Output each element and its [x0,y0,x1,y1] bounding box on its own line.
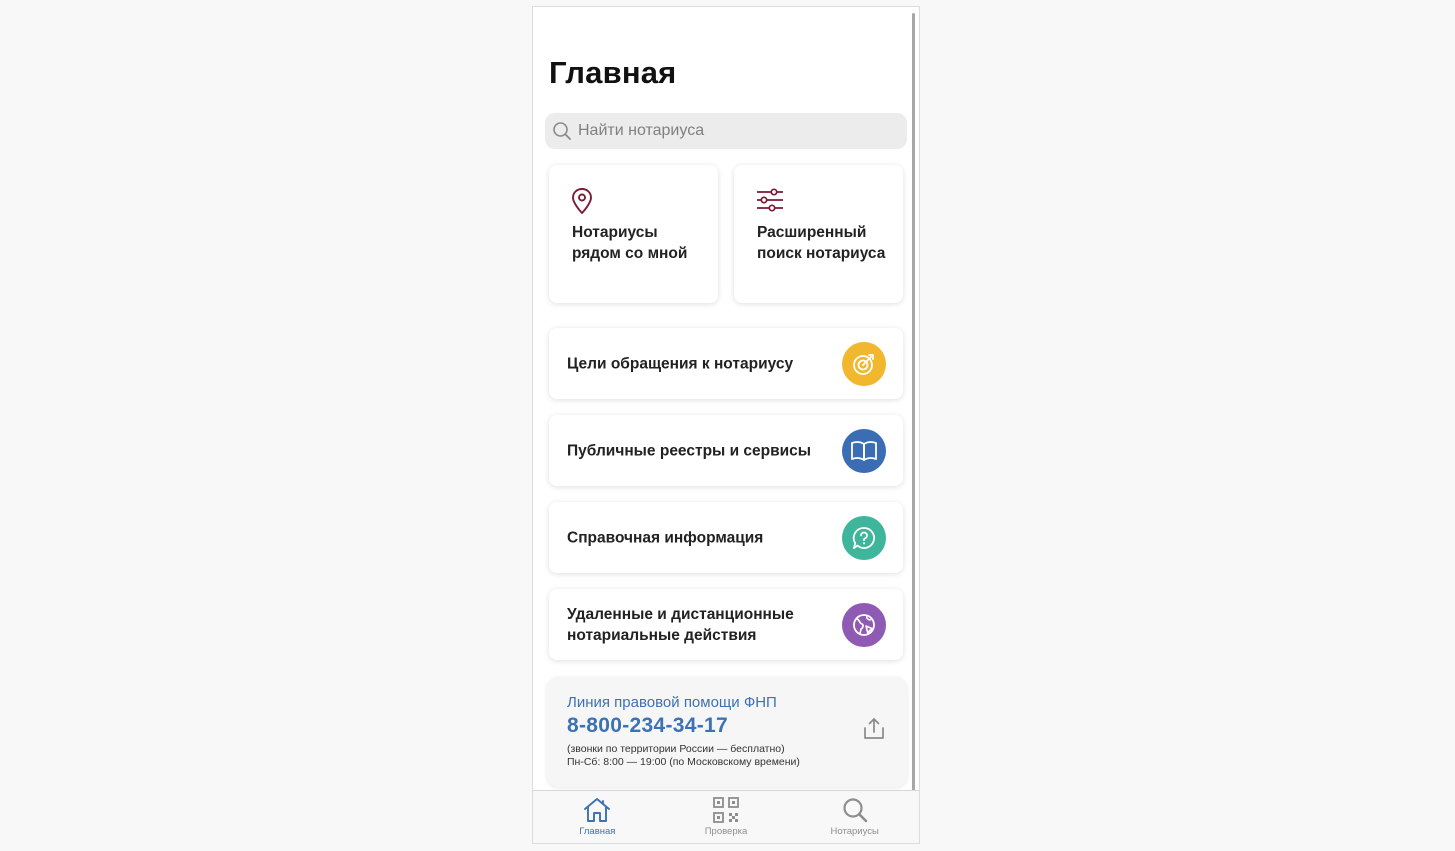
book-icon [842,429,886,473]
scrollbar[interactable] [912,13,915,797]
tile-advanced-search[interactable]: Расширенный поиск нотариуса [734,165,903,303]
menu-item-reference[interactable]: Справочная информация [549,502,903,573]
menu-item-remote-actions[interactable]: Удаленные и дистанционные нотариальные д… [549,589,903,660]
question-chat-icon [842,516,886,560]
tab-label: Нотариусы [830,826,879,837]
location-pin-icon [571,187,593,220]
home-icon [582,796,612,824]
search-icon [553,122,571,140]
helpline-phone-link[interactable]: 8-800-234-34-17 [567,714,728,738]
bottom-tab-bar: Главная Проверка Нотариусы [533,790,919,843]
menu-item-label: Публичные реестры и сервисы [567,442,812,459]
tab-notaries[interactable]: Нотариусы [790,791,919,843]
globe-icon [842,603,886,647]
search-bar[interactable] [545,113,907,149]
search-input[interactable] [576,121,900,141]
tab-label: Проверка [704,826,748,837]
page-title: Главная [549,55,677,90]
tile-label: Расширенный поиск нотариуса [757,224,886,262]
target-icon [842,342,886,386]
tile-notaries-nearby[interactable]: Нотариусы рядом со мной [549,165,718,303]
menu-item-label: Справочная информация [567,529,764,546]
helpline-title: Линия правовой помощи ФНП [567,694,777,711]
menu-item-label: Удаленные и дистанционные нотариальные д… [567,605,794,644]
search-icon [841,796,869,824]
share-icon[interactable] [863,717,885,746]
helpline-note-hours: Пн-Сб: 8:00 — 19:00 (по Московскому врем… [567,756,800,768]
tab-label: Главная [579,826,616,837]
app-screen: Главная Нотариусы рядом со мной [532,6,920,844]
qr-code-icon [712,796,740,824]
tile-label: Нотариусы рядом со мной [572,224,688,262]
legal-helpline-card: Линия правовой помощи ФНП 8-800-234-34-1… [547,677,907,787]
menu-item-label: Цели обращения к нотариусу [567,355,794,372]
menu-item-registries[interactable]: Публичные реестры и сервисы [549,415,903,486]
menu-item-goals[interactable]: Цели обращения к нотариусу [549,328,903,399]
tab-home[interactable]: Главная [533,791,662,843]
helpline-note-free: (звонки по территории России — бесплатно… [567,743,785,755]
tab-check[interactable]: Проверка [662,791,791,843]
filter-sliders-icon [756,187,784,218]
